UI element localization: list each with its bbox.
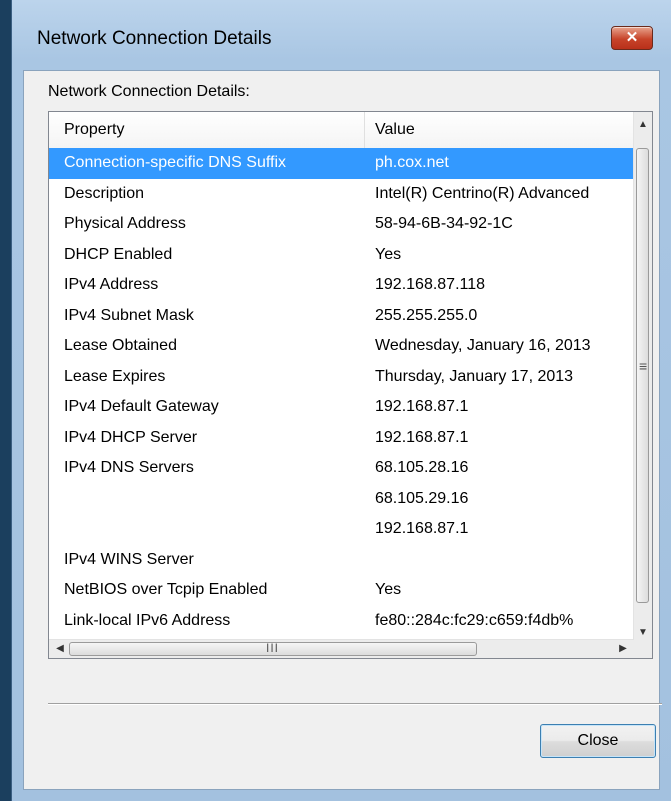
window-close-icon[interactable]: ✕ xyxy=(611,26,653,50)
table-row[interactable]: IPv4 Subnet Mask 255.255.255.0 xyxy=(49,301,634,332)
value-cell: Wednesday, January 16, 2013 xyxy=(375,337,591,354)
table-row[interactable]: Description Intel(R) Centrino(R) Advanced xyxy=(49,179,634,210)
details-listview[interactable]: Property Value Connection-specific DNS S… xyxy=(48,111,653,659)
property-cell: Description xyxy=(64,184,145,202)
table-row[interactable]: IPv4 Address 192.168.87.118 xyxy=(49,270,634,301)
value-cell: Thursday, January 17, 2013 xyxy=(375,367,574,385)
window-title: Network Connection Details xyxy=(37,28,272,49)
property-cell: DHCP Enabled xyxy=(64,245,173,263)
vertical-scrollbar[interactable]: ▲ ≡ ▼ xyxy=(633,112,652,642)
value-cell: 68.105.28.16 xyxy=(375,459,469,476)
value-cell: 192.168.87.1 xyxy=(375,398,469,415)
table-row[interactable]: IPv4 Default Gateway 192.168.87.1 xyxy=(49,392,634,423)
table-row[interactable]: Lease Obtained Wednesday, January 16, 201… xyxy=(49,331,634,362)
close-button[interactable]: Close xyxy=(540,724,656,758)
listview-header: Property Value xyxy=(49,112,634,149)
value-cell: 58-94-6B-34-92-1C xyxy=(375,215,513,232)
value-cell: 255.255.255.0 xyxy=(375,306,478,324)
property-cell: IPv4 Subnet Mask xyxy=(64,306,194,324)
grip-icon: III xyxy=(266,641,280,655)
dialog-frame: Network Connection Details ✕ Network Con… xyxy=(11,0,671,801)
scroll-corner xyxy=(634,640,652,658)
table-row[interactable]: Connection-specific DNS Suffix ph.cox.net xyxy=(49,148,634,179)
property-cell: IPv4 DNS Servers xyxy=(64,459,194,476)
separator xyxy=(48,703,662,705)
table-row[interactable]: Physical Address 58-94-6B-34-92-1C xyxy=(49,209,634,240)
value-cell: fe80::284c:fc29:c659:f4db% xyxy=(375,611,574,629)
property-cell: Lease Obtained xyxy=(64,337,177,354)
listview-rows: Connection-specific DNS Suffix ph.cox.net… xyxy=(49,148,634,658)
property-cell: IPv4 WINS Server xyxy=(64,550,194,568)
scroll-up-icon[interactable]: ▲ xyxy=(634,116,652,134)
table-row[interactable]: Lease Expires Thursday, January 17, 2013 xyxy=(49,362,634,393)
vertical-scroll-thumb[interactable]: ≡ xyxy=(636,148,649,603)
value-cell: Yes xyxy=(375,581,402,598)
value-cell: 192.168.87.1 xyxy=(375,520,469,537)
table-row[interactable]: 68.105.29.16 xyxy=(49,484,634,515)
table-row[interactable]: IPv4 DHCP Server 192.168.87.1 xyxy=(49,423,634,454)
property-cell: Physical Address xyxy=(64,215,186,232)
value-cell: 68.105.29.16 xyxy=(375,489,469,507)
scroll-right-icon[interactable]: ▶ xyxy=(614,640,632,658)
horizontal-scroll-thumb[interactable]: III xyxy=(69,641,477,656)
property-cell: IPv4 DHCP Server xyxy=(64,428,198,446)
dialog-client: Network Connection Details: Property Val… xyxy=(23,70,662,790)
table-row[interactable]: IPv4 WINS Server xyxy=(49,545,634,576)
grip-icon: ≡ xyxy=(639,358,648,374)
value-cell: 192.168.87.118 xyxy=(375,276,486,293)
group-label: Network Connection Details: xyxy=(48,83,250,100)
property-cell: NetBIOS over Tcpip Enabled xyxy=(64,581,268,598)
scroll-left-icon[interactable]: ◀ xyxy=(51,640,69,658)
column-header-property[interactable]: Property xyxy=(49,112,365,148)
property-cell: IPv4 Default Gateway xyxy=(64,398,219,415)
table-row[interactable]: IPv4 DNS Servers 68.105.28.16 xyxy=(49,453,634,484)
property-cell: Connection-specific DNS Suffix xyxy=(64,154,287,171)
property-cell: IPv4 Address xyxy=(64,276,159,293)
property-cell: Link-local IPv6 Address xyxy=(64,611,231,629)
value-cell: ph.cox.net xyxy=(375,154,449,171)
table-row[interactable]: DHCP Enabled Yes xyxy=(49,240,634,271)
column-header-value[interactable]: Value xyxy=(365,112,634,148)
property-cell: Lease Expires xyxy=(64,367,166,385)
table-row[interactable]: NetBIOS over Tcpip Enabled Yes xyxy=(49,575,634,606)
value-cell: Yes xyxy=(375,245,402,263)
table-row[interactable]: 192.168.87.1 xyxy=(49,514,634,545)
value-cell: Intel(R) Centrino(R) Advanced xyxy=(375,184,590,202)
value-cell: 192.168.87.1 xyxy=(375,428,469,446)
table-row[interactable]: Link-local IPv6 Address fe80::284c:fc29:c… xyxy=(49,606,634,637)
horizontal-scrollbar[interactable]: ◀ III ▶ xyxy=(49,639,634,658)
